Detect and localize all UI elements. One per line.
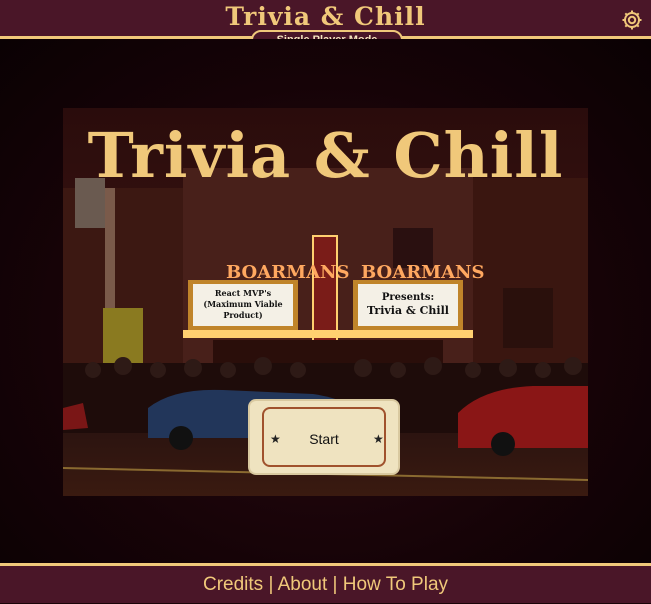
marquee-left-line2: (Maximum Viable [203, 299, 282, 309]
about-link[interactable]: About [278, 574, 328, 595]
hero-title: Trivia & Chill [87, 119, 564, 192]
marquee-right-sign: BOARMANS [361, 262, 485, 283]
star-icon: ★ [373, 432, 384, 446]
marquee-left-sign: BOARMANS [226, 262, 350, 283]
start-button[interactable]: ★ Start ★ [250, 401, 398, 473]
app-title: Trivia & Chill [225, 2, 426, 31]
marquee-right-line1: Presents: [382, 292, 434, 303]
footer-nav: Credits | About | How To Play [0, 563, 651, 603]
footer-separator: | [332, 574, 338, 595]
marquee-left-line3: Product) [223, 310, 263, 320]
marquee-right-line2: Trivia & Chill [367, 304, 449, 317]
marquee-left-line1: React MVP's [215, 288, 272, 298]
credits-link[interactable]: Credits [203, 574, 263, 595]
footer-separator: | [268, 574, 274, 595]
how-to-play-link[interactable]: How To Play [343, 574, 448, 595]
gear-icon[interactable] [620, 8, 644, 32]
